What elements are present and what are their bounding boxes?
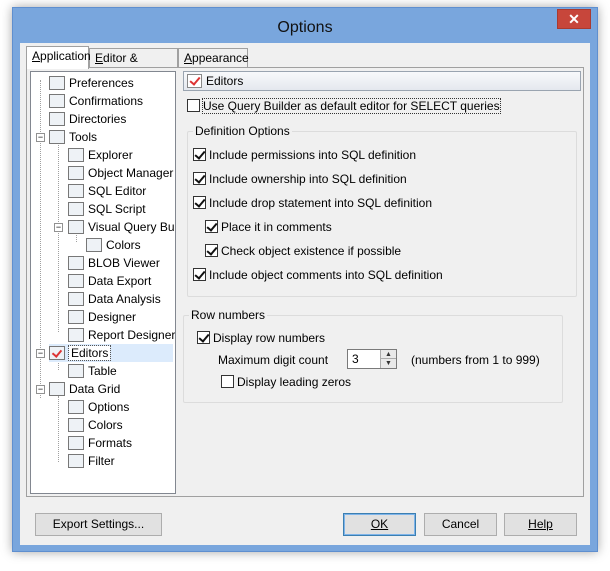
max-digit-value: 3 <box>352 352 359 366</box>
colors-icon <box>68 418 84 432</box>
tree-item-table[interactable]: Table <box>68 362 117 380</box>
checkbox-box <box>193 172 206 185</box>
tree-item-confirmations[interactable]: Confirmations <box>49 92 143 110</box>
checkbox-box <box>221 375 234 388</box>
tree-item-grid-colors[interactable]: Colors <box>68 416 123 434</box>
tree-item-visual-query-builder[interactable]: Visual Query Builder <box>68 218 175 236</box>
help-button[interactable]: Help <box>504 513 577 536</box>
max-digit-label: Maximum digit count <box>218 353 329 367</box>
checkbox-box <box>193 148 206 161</box>
window-title: Options <box>277 19 333 36</box>
ok-button[interactable]: OK <box>343 513 416 536</box>
explorer-icon <box>68 148 84 162</box>
tab-appearance[interactable]: Appearance <box>178 48 249 68</box>
tree-item-sql-editor[interactable]: SQL Editor <box>68 182 146 200</box>
editors-icon <box>49 346 65 360</box>
data-export-icon <box>68 274 84 288</box>
tab-panel-application: Preferences Confirmations Directories − … <box>26 67 584 497</box>
options-icon <box>68 400 84 414</box>
editors-collapse-toggle[interactable]: − <box>36 349 45 358</box>
definition-options-title: Definition Options <box>193 124 292 138</box>
filter-icon <box>68 454 84 468</box>
tree-item-object-manager[interactable]: Object Manager <box>68 164 173 182</box>
tree-item-vqb-colors[interactable]: Colors <box>86 236 141 254</box>
table-icon <box>68 364 84 378</box>
tree-item-formats[interactable]: Formats <box>68 434 132 452</box>
include-object-comments-checkbox[interactable]: Include object comments into SQL definit… <box>193 268 443 284</box>
editors-settings-panel: Editors Use Query Builder as default edi… <box>183 71 581 491</box>
export-settings-button[interactable]: Export Settings... <box>35 513 162 536</box>
spinner-buttons: ▲ ▼ <box>380 350 396 368</box>
tree-item-data-analysis[interactable]: Data Analysis <box>68 290 161 308</box>
spinner-down-icon[interactable]: ▼ <box>381 359 396 368</box>
colors-icon <box>86 238 102 252</box>
options-tree[interactable]: Preferences Confirmations Directories − … <box>30 71 176 494</box>
tree-item-designer[interactable]: Designer <box>68 308 136 326</box>
tools-icon <box>49 130 65 144</box>
tree-item-editors[interactable]: Editors <box>49 344 173 362</box>
max-digit-spinner[interactable]: 3 ▲ ▼ <box>347 349 397 369</box>
dialog-client-area: Application Editor & Viewers Appearance … <box>20 43 590 545</box>
report-designer-icon <box>68 328 84 342</box>
checkbox-box <box>205 220 218 233</box>
row-numbers-title: Row numbers <box>189 308 268 322</box>
checkbox-box <box>187 99 200 112</box>
options-dialog: Options ✕ Application Editor & Viewers A… <box>12 7 598 552</box>
tree-item-directories[interactable]: Directories <box>49 110 126 128</box>
panel-header: Editors <box>183 71 581 91</box>
include-permissions-checkbox[interactable]: Include permissions into SQL definition <box>193 148 416 164</box>
designer-icon <box>68 310 84 324</box>
data-grid-collapse-toggle[interactable]: − <box>36 385 45 394</box>
tree-item-explorer[interactable]: Explorer <box>68 146 133 164</box>
checkbox-box <box>197 331 210 344</box>
object-manager-icon <box>68 166 84 180</box>
spinner-up-icon[interactable]: ▲ <box>381 350 396 359</box>
tree-item-tools[interactable]: Tools <box>49 128 97 146</box>
preferences-icon <box>49 76 65 90</box>
max-digit-hint: (numbers from 1 to 999) <box>411 353 540 367</box>
tools-collapse-toggle[interactable]: − <box>36 133 45 142</box>
tree-item-preferences[interactable]: Preferences <box>49 74 134 92</box>
visual-query-builder-collapse-toggle[interactable]: − <box>54 223 63 232</box>
tab-editor-viewers[interactable]: Editor & Viewers <box>89 48 178 83</box>
editors-icon <box>187 74 202 88</box>
check-object-existence-checkbox[interactable]: Check object existence if possible <box>205 244 401 260</box>
title-bar: Options ✕ <box>13 8 597 44</box>
tab-application[interactable]: Application <box>26 46 91 69</box>
close-button[interactable]: ✕ <box>557 9 591 29</box>
checkbox-box <box>193 268 206 281</box>
tree-item-grid-options[interactable]: Options <box>68 398 129 416</box>
include-drop-statement-checkbox[interactable]: Include drop statement into SQL definiti… <box>193 196 432 212</box>
tree-item-data-export[interactable]: Data Export <box>68 272 151 290</box>
cancel-button[interactable]: Cancel <box>424 513 497 536</box>
display-row-numbers-checkbox[interactable]: Display row numbers <box>197 331 325 347</box>
tree-item-filter[interactable]: Filter <box>68 452 115 470</box>
checkbox-box <box>205 244 218 257</box>
tree-item-report-designer[interactable]: Report Designer <box>68 326 175 344</box>
directories-icon <box>49 112 65 126</box>
tree-item-blob-viewer[interactable]: BLOB Viewer <box>68 254 160 272</box>
checkbox-box <box>193 196 206 209</box>
display-leading-zeros-checkbox[interactable]: Display leading zeros <box>221 375 351 391</box>
place-in-comments-checkbox[interactable]: Place it in comments <box>205 220 332 236</box>
tree-item-data-grid[interactable]: Data Grid <box>49 380 120 398</box>
data-grid-icon <box>49 382 65 396</box>
confirmations-icon <box>49 94 65 108</box>
visual-query-builder-icon <box>68 220 84 234</box>
sql-script-icon <box>68 202 84 216</box>
include-ownership-checkbox[interactable]: Include ownership into SQL definition <box>193 172 407 188</box>
tree-item-sql-script[interactable]: SQL Script <box>68 200 146 218</box>
data-analysis-icon <box>68 292 84 306</box>
blob-viewer-icon <box>68 256 84 270</box>
use-query-builder-checkbox[interactable]: Use Query Builder as default editor for … <box>187 98 501 115</box>
formats-icon <box>68 436 84 450</box>
sql-editor-icon <box>68 184 84 198</box>
